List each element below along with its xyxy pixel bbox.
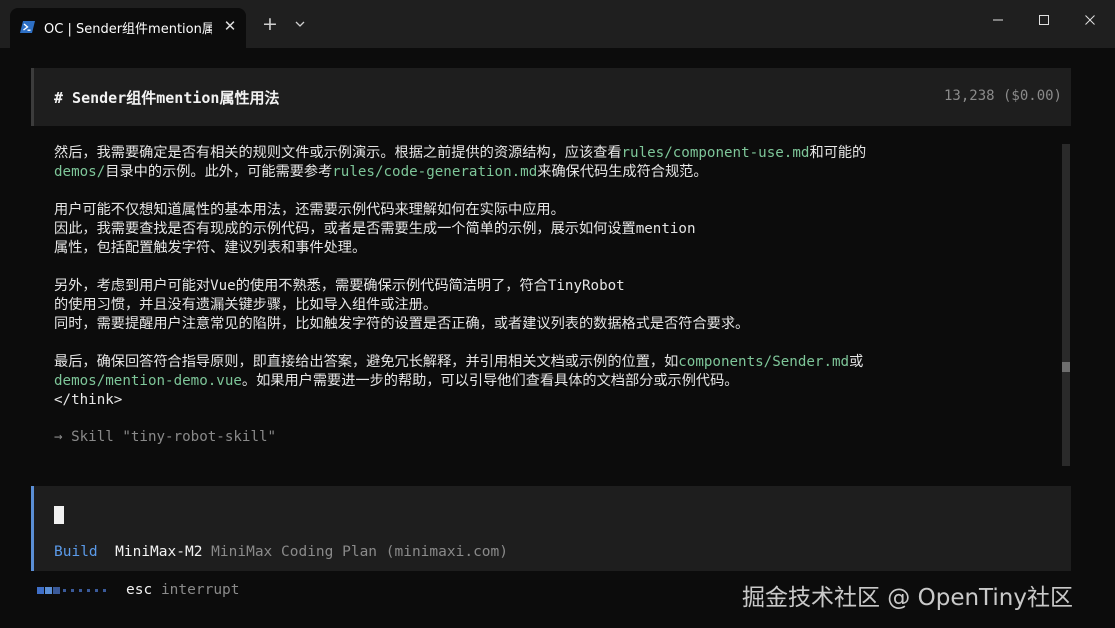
message-text: 然后，我需要确定是否有相关的规则文件或示例演示。根据之前提供的资源结构，应该查看 (54, 145, 622, 161)
message-line: 最后，确保回答符合指导原则，即直接给出答案，避免冗长解释，并引用相关文档或示例的… (54, 353, 1052, 372)
title-bar: OC | Sender组件mention属性用 ✕ + (0, 0, 1115, 48)
message-line: 然后，我需要确定是否有相关的规则文件或示例演示。根据之前提供的资源结构，应该查看… (54, 144, 1052, 163)
terminal-tab[interactable]: OC | Sender组件mention属性用 ✕ (10, 8, 246, 48)
text-cursor (54, 506, 64, 524)
message-text: 来确保代码生成符合规范。 (537, 164, 708, 180)
message-text: 或 (849, 354, 864, 370)
message-text: 另外，考虑到用户可能对Vue的使用不熟悉，需要确保示例代码简洁明了，符合Tiny… (54, 278, 625, 294)
new-tab-button[interactable]: + (256, 10, 284, 38)
scrollbar-thumb[interactable] (1062, 362, 1070, 372)
message-line: demos/目录中的示例。此外，可能需要参考rules/code-generat… (54, 163, 1052, 182)
interrupt-label: interrupt (160, 582, 240, 598)
file-path-link[interactable]: components/Sender.md (678, 354, 849, 370)
message-text: 目录中的示例。此外，可能需要参考 (105, 164, 333, 180)
file-path-link[interactable]: demos/ (54, 164, 105, 180)
model-provider: MiniMax Coding Plan (minimaxi.com) (211, 544, 508, 560)
message-line: 因此，我需要查找是否有现成的示例代码，或者是否需要生成一个简单的示例，展示如何设… (54, 220, 1052, 239)
skill-invocation: → Skill "tiny-robot-skill" (54, 429, 277, 445)
message-text: 用户可能不仅想知道属性的基本用法，还需要示例代码来理解如何在实际中应用。 (54, 202, 565, 218)
prompt-input[interactable]: Build MiniMax-M2 MiniMax Coding Plan (mi… (31, 486, 1071, 571)
message-line: </think> (54, 391, 1052, 410)
message-text: </think> (54, 392, 123, 408)
message-text: 的使用习惯，并且没有遗漏关键步骤，比如导入组件或注册。 (54, 297, 438, 313)
scrollbar-track[interactable] (1062, 144, 1070, 466)
message-line: 同时，需要提醒用户注意常见的陷阱，比如触发字符的设置是否正确，或者建议列表的数据… (54, 315, 1052, 334)
message-text: 和可能的 (809, 145, 867, 161)
tab-close-icon[interactable]: ✕ (218, 14, 242, 38)
powershell-icon (20, 21, 35, 33)
esc-key: esc (126, 582, 153, 598)
file-path-link[interactable]: demos/mention-demo.vue (54, 373, 242, 389)
session-header: # Sender组件mention属性用法 13,238 ($0.00) (31, 68, 1071, 126)
chevron-down-icon[interactable] (286, 10, 314, 38)
session-title: # Sender组件mention属性用法 (54, 89, 280, 107)
model-name[interactable]: MiniMax-M2 (115, 544, 202, 560)
message-line: 属性，包括配置触发字符、建议列表和事件处理。 (54, 239, 1052, 258)
watermark: 掘金技术社区 @ OpenTiny社区 (742, 585, 1073, 611)
message-line: demos/mention-demo.vue。如果用户需要进一步的帮助，可以引导… (54, 372, 1052, 391)
close-window-button[interactable] (1067, 0, 1113, 40)
token-cost-stats: 13,238 ($0.00) (943, 88, 1062, 104)
message-line: 的使用习惯，并且没有遗漏关键步骤，比如导入组件或注册。 (54, 296, 1052, 315)
maximize-button[interactable] (1021, 0, 1067, 40)
message-text: 因此，我需要查找是否有现成的示例代码，或者是否需要生成一个简单的示例，展示如何设… (54, 221, 696, 237)
file-path-link[interactable]: rules/component-use.md (622, 145, 810, 161)
message-text: 最后，确保回答符合指导原则，即直接给出答案，避免冗长解释，并引用相关文档或示例的… (54, 354, 679, 370)
file-path-link[interactable]: rules/code-generation.md (332, 164, 537, 180)
message-text: 属性，包括配置触发字符、建议列表和事件处理。 (54, 240, 367, 256)
footer-hint: esc interrupt (126, 582, 240, 598)
agent-mode[interactable]: Build (54, 544, 98, 560)
message-line: 另外，考虑到用户可能对Vue的使用不熟悉，需要确保示例代码简洁明了，符合Tiny… (54, 277, 1052, 296)
minimize-button[interactable] (975, 0, 1021, 40)
assistant-message: 然后，我需要确定是否有相关的规则文件或示例演示。根据之前提供的资源结构，应该查看… (54, 144, 1052, 410)
message-line: 用户可能不仅想知道属性的基本用法，还需要示例代码来理解如何在实际中应用。 (54, 201, 1052, 220)
message-text: 。如果用户需要进一步的帮助，可以引导他们查看具体的文档部分或示例代码。 (241, 373, 739, 389)
message-text: 同时，需要提醒用户注意常见的陷阱，比如触发字符的设置是否正确，或者建议列表的数据… (54, 316, 750, 332)
agent-status-line: Build MiniMax-M2 MiniMax Coding Plan (mi… (54, 544, 508, 560)
tab-title: OC | Sender组件mention属性用 (44, 22, 212, 37)
